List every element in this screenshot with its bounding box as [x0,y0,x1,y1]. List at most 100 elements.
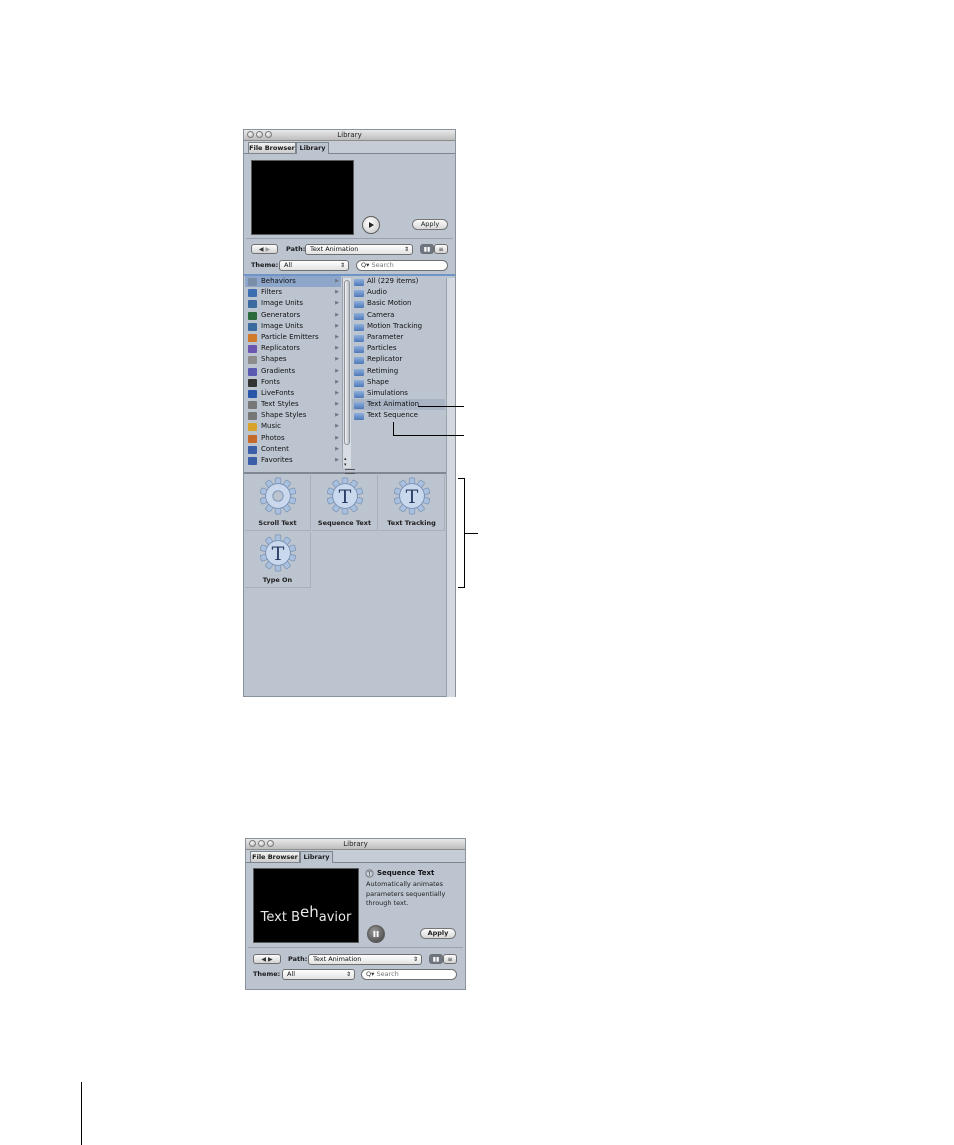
category-item[interactable]: Shape Styles ▶ [245,410,341,421]
theme-label: Theme: [253,970,281,978]
folder-icon [354,290,364,298]
forward-icon[interactable]: ▶ [268,956,273,963]
category-scrollbar[interactable]: ▴ ▾ [342,278,351,468]
path-popup[interactable]: Text Animation ⇕ [305,244,413,255]
text-behavior-gear-icon: T [393,477,431,515]
item-description: Automatically animates parameters sequen… [366,880,446,907]
category-label: Music [261,422,281,431]
gear-icon [248,278,257,286]
category-item[interactable]: LiveFonts ▶ [245,388,341,399]
text-behavior-gear-icon: T [326,477,364,515]
theme-popup[interactable]: All ⇕ [282,969,355,980]
subcategory-item[interactable]: All (229 items) [352,276,445,287]
play-button[interactable] [362,216,380,234]
icon-view-button[interactable]: ▮▮ [429,954,443,964]
divider [248,947,463,948]
category-item[interactable]: Particle Emitters ▶ [245,332,341,343]
tab-library[interactable]: Library [296,142,329,154]
category-item[interactable]: Image Units ▶ [245,298,341,309]
title-bar[interactable]: Library [244,130,455,141]
category-label: Favorites [261,456,293,464]
tab-file-browser[interactable]: File Browser [250,851,300,862]
disclosure-arrow-icon: ▶ [335,356,339,363]
back-forward-buttons[interactable]: ◀ ▶ [251,244,278,254]
scrollbar-thumb[interactable] [344,280,350,445]
library-item-tile[interactable]: T Sequence Text [312,475,378,531]
splitter-handle-icon[interactable] [345,469,355,474]
back-forward-buttons[interactable]: ◀ ▶ [253,954,281,964]
category-item[interactable]: Favorites ▶ [245,455,341,466]
svg-text:T: T [368,872,372,878]
disclosure-arrow-icon: ▶ [335,367,339,374]
subcategory-item[interactable]: Retiming [352,366,445,377]
category-item[interactable]: Image Units ▶ [245,321,341,332]
category-item[interactable]: Music ▶ [245,421,341,432]
subcategory-item[interactable]: Text Animation [352,399,445,411]
tab-file-browser[interactable]: File Browser [248,142,296,153]
folder-icon [354,323,364,331]
category-item[interactable]: Behaviors ▶ [245,276,341,288]
livefont-icon [248,389,257,398]
search-icon: Q▾ [361,261,370,269]
list-view-button[interactable]: ≡ [434,244,448,254]
disclosure-arrow-icon: ▶ [335,445,339,452]
category-label: LiveFonts [261,388,295,397]
category-item[interactable]: Replicators ▶ [245,343,341,354]
folder-icon [354,368,364,376]
library-item-tile[interactable]: T Type On [245,532,311,588]
disclosure-arrow-icon: ▶ [335,345,339,352]
path-label: Path: [286,245,306,253]
back-icon[interactable]: ◀ [261,956,266,963]
svg-text:T: T [406,486,419,508]
subcategory-item[interactable]: Text Sequence [352,410,445,421]
disclosure-arrow-icon: ▶ [335,457,339,463]
subcategory-item[interactable]: Particles [352,343,445,354]
category-list: Behaviors ▶ Filters ▶ Image Units ▶ Generators… [245,276,341,466]
theme-value: All [284,261,293,269]
scroll-arrows-icon[interactable]: ▴ ▾ [344,456,347,468]
title-bar[interactable]: Library [246,839,465,850]
search-input[interactable]: Q▾ Search [361,969,457,980]
shape-style-icon [248,412,257,421]
subcategory-item[interactable]: Parameter [352,332,445,343]
callout-bracket-tick [464,533,478,534]
disclosure-arrow-icon: ▶ [335,278,339,284]
list-icon: ≡ [438,245,444,253]
category-item[interactable]: Filters ▶ [245,287,341,298]
text-behavior-gear-icon: T [259,534,297,572]
library-item-label: Scroll Text [258,519,297,527]
disclosure-arrow-icon: ▶ [335,322,339,329]
subcategory-item[interactable]: Replicator [352,354,445,365]
library-item-label: Sequence Text [317,519,372,527]
search-placeholder: Search [371,261,394,269]
tab-library[interactable]: Library [300,851,333,863]
icon-view-button[interactable]: ▮▮ [420,244,434,254]
subcategory-item[interactable]: Basic Motion [352,298,445,309]
list-view-button[interactable]: ≡ [443,954,457,964]
apply-button[interactable]: Apply [420,928,456,939]
search-input[interactable]: Q▾ Search [356,260,448,271]
disclosure-arrow-icon: ▶ [335,333,339,340]
category-item[interactable]: Fonts ▶ [245,377,341,388]
back-icon[interactable]: ◀ [259,246,264,253]
category-item[interactable]: Content ▶ [245,444,341,455]
subcategory-item[interactable]: Audio [352,287,445,298]
library-item-tile[interactable]: T Text Tracking [379,475,445,531]
category-item[interactable]: Text Styles ▶ [245,399,341,410]
content-scrollbar[interactable] [446,278,455,697]
apply-button[interactable]: Apply [412,219,448,230]
subcategory-item[interactable]: Motion Tracking [352,321,445,332]
subcategory-item[interactable]: Camera [352,310,445,321]
category-item[interactable]: Gradients ▶ [245,366,341,377]
subcategory-item[interactable]: Shape [352,377,445,388]
library-item-tile[interactable]: Scroll Text [245,475,311,531]
subcategory-item[interactable]: Simulations [352,388,445,399]
category-item[interactable]: Photos ▶ [245,433,341,444]
forward-icon[interactable]: ▶ [265,246,270,253]
category-item[interactable]: Generators ▶ [245,310,341,321]
category-label: Shapes [261,355,287,364]
pause-button[interactable] [367,925,385,943]
theme-popup[interactable]: All ⇕ [279,260,349,271]
path-popup[interactable]: Text Animation ⇕ [308,954,422,965]
category-item[interactable]: Shapes ▶ [245,354,341,365]
